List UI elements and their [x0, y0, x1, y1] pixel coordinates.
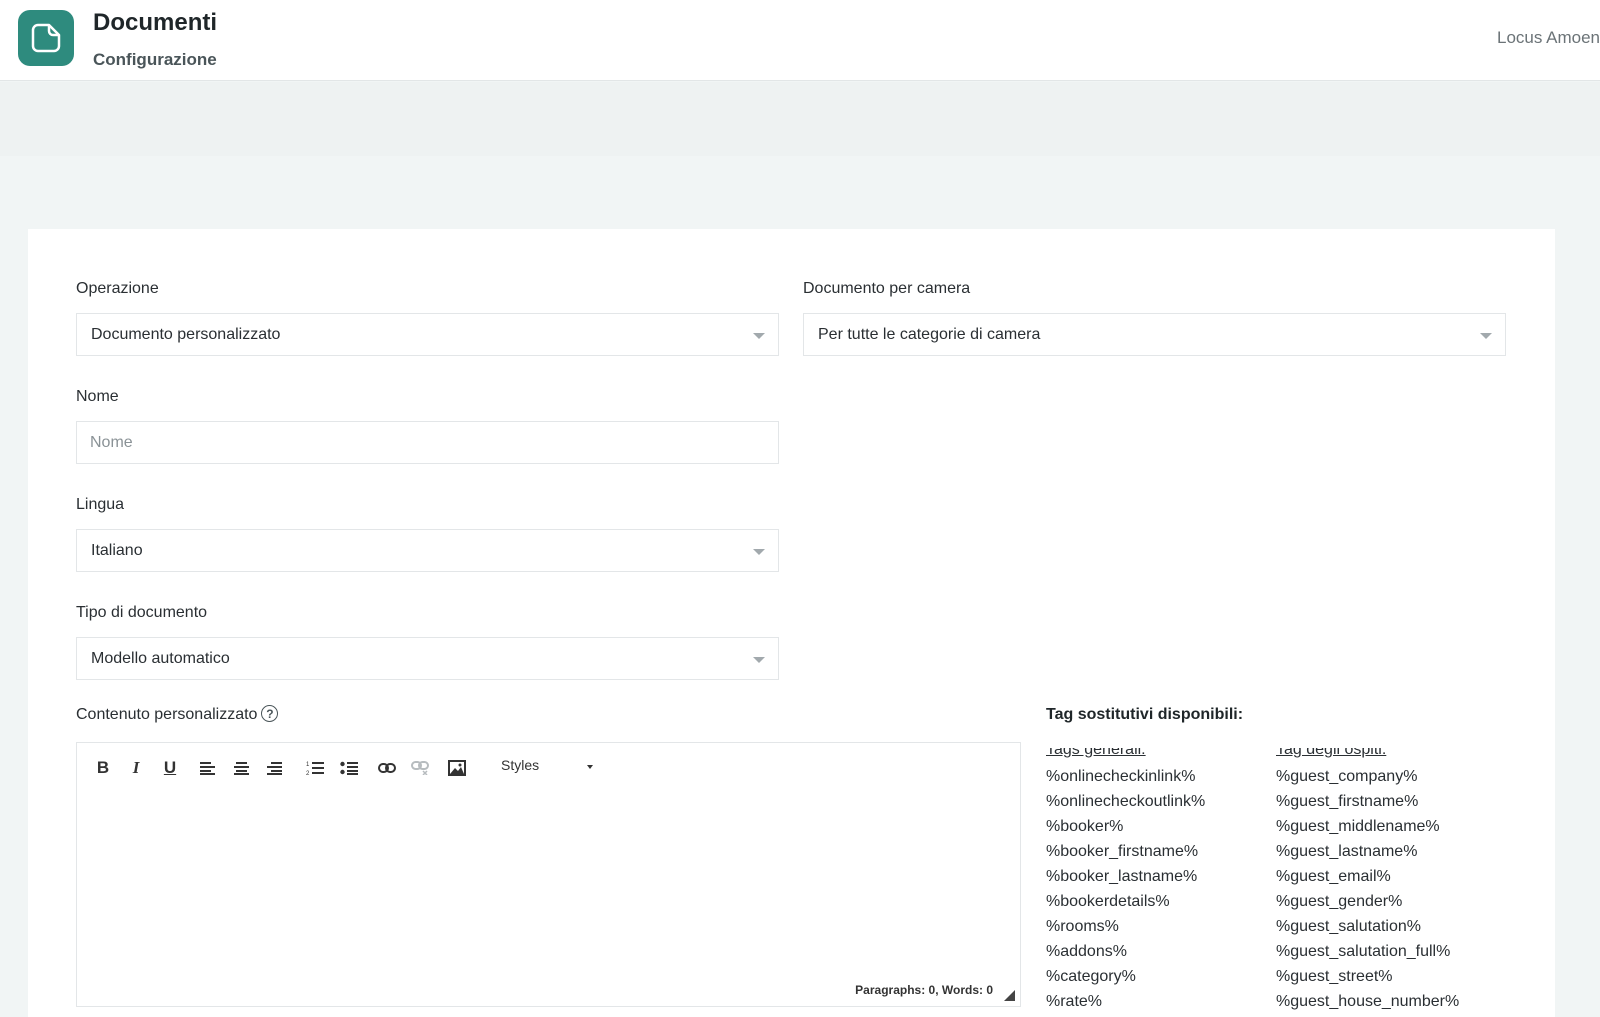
styles-dropdown[interactable]: Styles — [501, 757, 593, 779]
unlink-icon[interactable] — [408, 756, 432, 780]
align-left-icon[interactable] — [196, 756, 220, 780]
tipo-documento-select[interactable]: Modello automatico — [76, 637, 779, 680]
align-right-icon[interactable] — [263, 756, 287, 780]
contenuto-label: Contenuto personalizzato? — [76, 705, 279, 724]
page-title: Documenti — [93, 9, 218, 36]
tag-item: %booker_firstname% — [1046, 843, 1199, 860]
tag-item: %rooms% — [1046, 918, 1119, 935]
nome-label: Nome — [76, 388, 119, 405]
editor-status: Paragraphs: 0, Words: 0 — [855, 983, 993, 997]
tag-item: %category% — [1046, 968, 1136, 985]
guest-tags-heading: Tag degli ospiti: — [1276, 748, 1387, 758]
documento-camera-label: Documento per camera — [803, 280, 971, 297]
underline-button[interactable]: U — [158, 756, 182, 780]
operazione-select[interactable]: Documento personalizzato — [76, 313, 779, 356]
operazione-label: Operazione — [76, 280, 159, 297]
resize-handle-icon[interactable] — [1004, 990, 1015, 1001]
nome-placeholder: Nome — [90, 433, 133, 451]
numbered-list-icon[interactable]: 12 — [303, 756, 327, 780]
chevron-down-icon — [1480, 333, 1492, 339]
tag-item: %guest_house_number% — [1276, 993, 1460, 1010]
document-icon[interactable] — [18, 10, 74, 66]
tag-item: %booker_lastname% — [1046, 868, 1198, 885]
bold-button[interactable]: B — [91, 756, 115, 780]
rich-text-editor[interactable]: B I U 12 Styles Paragraphs: 0, Words: 0 — [76, 742, 1021, 1007]
italic-button[interactable]: I — [124, 756, 148, 780]
caret-down-icon — [587, 765, 593, 769]
bullet-list-icon[interactable] — [337, 756, 361, 780]
align-center-icon[interactable] — [230, 756, 254, 780]
chevron-down-icon — [753, 333, 765, 339]
tags-title: Tag sostitutivi disponibili: — [1046, 706, 1244, 723]
tag-item: %guest_middlename% — [1276, 818, 1440, 835]
nome-input[interactable]: Nome — [76, 421, 779, 464]
general-tags-heading: Tags generali: — [1046, 748, 1146, 758]
chevron-down-icon — [753, 549, 765, 555]
header-band — [0, 82, 1600, 156]
link-icon[interactable] — [375, 756, 399, 780]
lingua-value: Italiano — [91, 541, 143, 559]
tag-item: %bookerdetails% — [1046, 893, 1170, 910]
tag-item: %guest_salutation_full% — [1276, 943, 1451, 960]
page-subtitle: Configurazione — [93, 50, 217, 69]
tag-item: %guest_gender% — [1276, 893, 1403, 910]
styles-label: Styles — [501, 757, 540, 773]
user-name[interactable]: Locus Amoena — [1497, 28, 1600, 48]
app-header: Documenti Configurazione Locus Amoena — [0, 0, 1600, 81]
tipo-documento-value: Modello automatico — [91, 649, 230, 667]
documento-camera-value: Per tutte le categorie di camera — [818, 325, 1041, 343]
tag-item: %addons% — [1046, 943, 1127, 960]
tag-item: %onlinecheckinlink% — [1046, 768, 1196, 785]
operazione-value: Documento personalizzato — [91, 325, 281, 343]
image-icon[interactable] — [445, 756, 469, 780]
lingua-select[interactable]: Italiano — [76, 529, 779, 572]
help-icon[interactable]: ? — [261, 705, 279, 723]
lingua-label: Lingua — [76, 496, 125, 513]
guest-tags-list: Tag degli ospiti: %guest_company% %guest… — [1276, 748, 1496, 1010]
tag-item: %guest_street% — [1276, 968, 1393, 985]
tag-item: %guest_lastname% — [1276, 843, 1418, 860]
tag-item: %guest_salutation% — [1276, 918, 1421, 935]
tag-item: %guest_company% — [1276, 768, 1418, 785]
general-tags-list: Tags generali: %onlinecheckinlink% %onli… — [1046, 748, 1266, 1010]
tag-item: %guest_firstname% — [1276, 793, 1419, 810]
documento-camera-select[interactable]: Per tutte le categorie di camera — [803, 313, 1506, 356]
chevron-down-icon — [753, 657, 765, 663]
contenuto-label-text: Contenuto personalizzato — [76, 706, 258, 723]
tag-item: %booker% — [1046, 818, 1124, 835]
svg-text:2: 2 — [306, 771, 310, 776]
tipo-documento-label: Tipo di documento — [76, 604, 208, 621]
tag-item: %rate% — [1046, 993, 1103, 1010]
tag-item: %guest_email% — [1276, 868, 1391, 885]
svg-text:1: 1 — [306, 762, 310, 768]
tag-item: %onlinecheckoutlink% — [1046, 793, 1206, 810]
